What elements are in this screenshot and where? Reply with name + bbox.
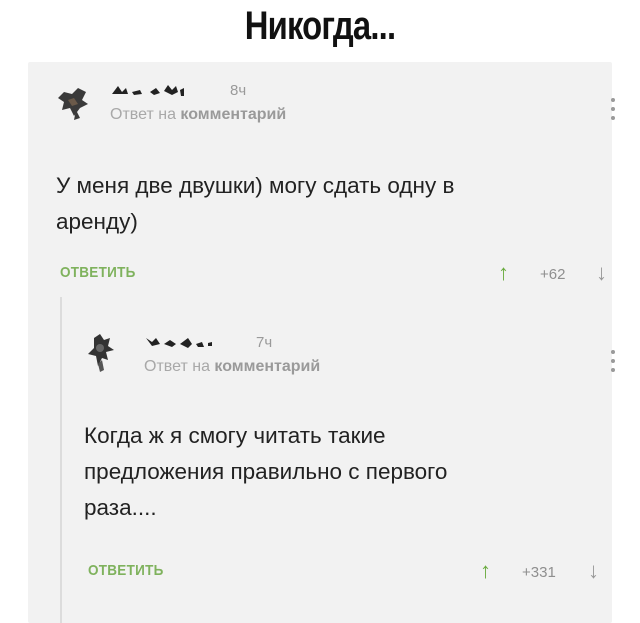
reply-to-prefix: Ответ на (144, 358, 215, 375)
user-avatar[interactable] (80, 330, 124, 374)
page-title: Никогда... (244, 4, 396, 48)
user-avatar[interactable] (52, 78, 96, 122)
reply-button[interactable]: ОТВЕТИТЬ (60, 264, 136, 281)
comment-body-line: предложения правильно с первого (84, 459, 448, 484)
comment-body: Когда ж я смогу читать такие предложения… (84, 418, 447, 526)
more-menu-icon[interactable] (610, 350, 616, 372)
downvote-arrow-icon[interactable]: ↓ (596, 260, 607, 286)
comment-body-line: Когда ж я смогу читать такие (84, 423, 386, 448)
comment-actions: ОТВЕТИТЬ ↑ +62 ↓ (60, 260, 620, 288)
comment-body-line: аренду) (56, 209, 138, 234)
vote-controls: ↑ +62 ↓ (498, 260, 618, 288)
reply-button[interactable]: ОТВЕТИТЬ (88, 562, 164, 579)
vote-controls: ↑ +331 ↓ (480, 558, 610, 586)
username-scribble[interactable] (110, 80, 220, 100)
comment-body-line: У меня две двушки) могу сдать одну в (56, 173, 455, 198)
reply-to-link[interactable]: комментарий (180, 106, 286, 123)
reply-to-link[interactable]: комментарий (214, 358, 320, 375)
comment-time: 7ч (256, 334, 273, 351)
comment-time: 8ч (230, 82, 247, 99)
thread-indent-line (60, 297, 62, 623)
username-scribble[interactable] (142, 332, 252, 352)
more-menu-icon[interactable] (610, 98, 616, 120)
upvote-arrow-icon[interactable]: ↑ (480, 558, 491, 584)
reply-to-label[interactable]: Ответ на комментарий (144, 358, 320, 376)
comment-body-line: раза.... (84, 495, 157, 520)
downvote-arrow-icon[interactable]: ↓ (588, 558, 599, 584)
rating-count: +62 (540, 266, 566, 283)
reply-to-prefix: Ответ на (110, 106, 181, 123)
comment-body: У меня две двушки) могу сдать одну в аре… (56, 168, 454, 240)
reply-to-label[interactable]: Ответ на комментарий (110, 106, 286, 124)
upvote-arrow-icon[interactable]: ↑ (498, 260, 509, 286)
comment-actions: ОТВЕТИТЬ ↑ +331 ↓ (88, 558, 620, 586)
rating-count: +331 (522, 564, 556, 581)
